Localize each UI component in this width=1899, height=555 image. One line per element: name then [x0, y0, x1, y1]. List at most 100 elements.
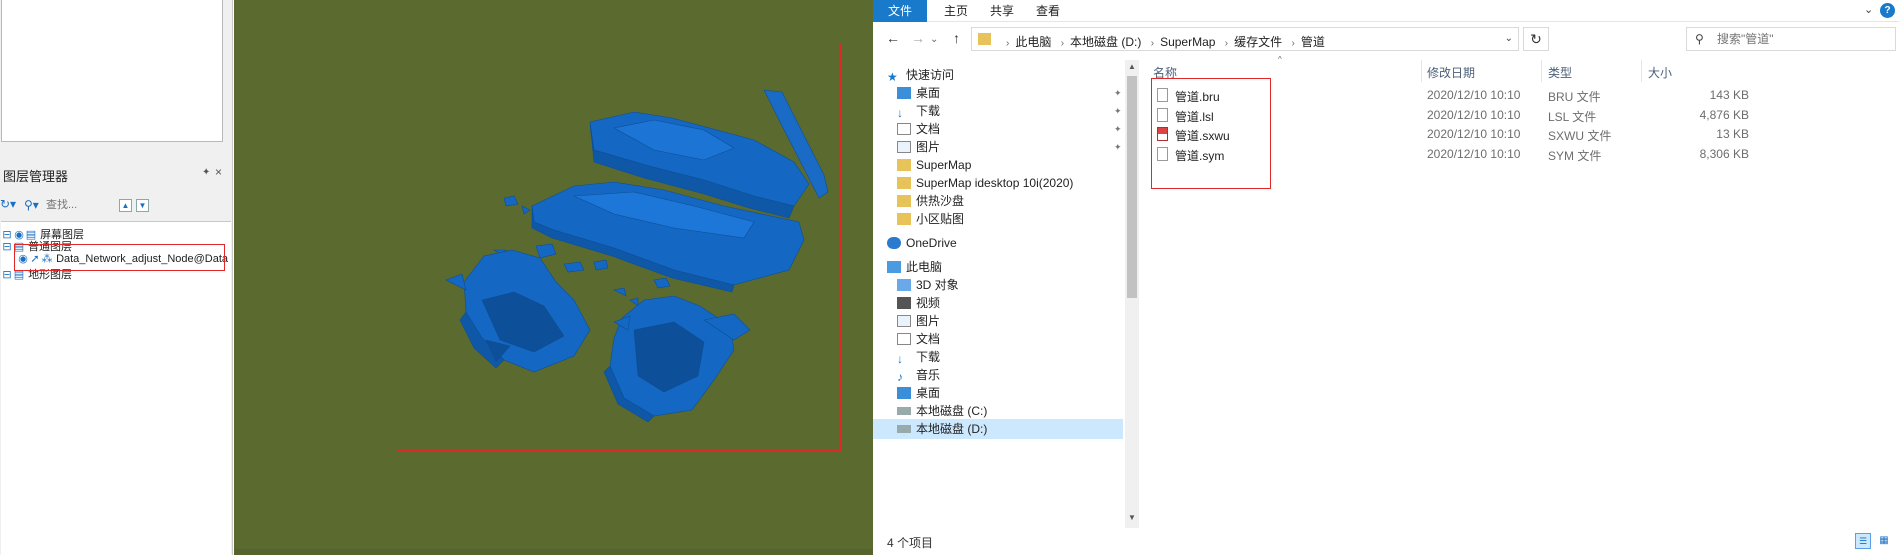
panel-toolbar: ↻▾ ⚲▾ ▲ ▼	[0, 197, 232, 217]
nav-item-label: 本地磁盘 (D:)	[916, 422, 988, 436]
expand-icon[interactable]: ⊟	[1, 268, 13, 281]
tab-view[interactable]: 查看	[1025, 0, 1071, 22]
star-icon: ★	[887, 70, 898, 84]
pin-icon: ✦	[1114, 124, 1122, 134]
nav-item-label: 快速访问	[906, 68, 955, 82]
cube-icon	[897, 279, 911, 291]
tab-file[interactable]: 文件	[873, 0, 927, 22]
nav-item[interactable]: OneDrive	[873, 233, 1123, 253]
scroll-up-icon[interactable]: ▲	[1128, 62, 1136, 71]
search-icon: ⚲	[1695, 32, 1704, 46]
picture-icon	[897, 315, 911, 327]
nav-item-label: 文档	[916, 332, 941, 346]
document-icon	[897, 123, 911, 135]
annotation-highlight-box	[1151, 78, 1271, 189]
move-down-button[interactable]: ▼	[136, 199, 149, 212]
nav-item[interactable]: 文档	[873, 329, 1123, 349]
nav-item-label: 下载	[916, 350, 941, 364]
nav-item[interactable]: SuperMap idesktop 10i(2020)	[873, 173, 1123, 193]
nav-item[interactable]: ★ 快速访问	[873, 65, 1123, 85]
item-count: 4 个项目	[887, 536, 934, 550]
nav-item[interactable]: ♪ 音乐	[873, 365, 1123, 385]
drive-icon	[897, 407, 911, 415]
refresh-icon[interactable]: ↻▾	[0, 197, 16, 211]
folder-icon	[978, 33, 991, 45]
nav-item-label: 此电脑	[906, 260, 943, 274]
nav-item[interactable]: 文档 ✦	[873, 119, 1123, 139]
breadcrumb-item[interactable]: 此电脑	[1015, 35, 1051, 49]
desktop-icon	[897, 87, 911, 99]
nav-item-label: 小区贴图	[916, 212, 965, 226]
nav-item[interactable]: 此电脑	[873, 257, 1123, 277]
scene-viewport[interactable]	[234, 0, 873, 555]
nav-scrollbar[interactable]: ▲ ▼	[1125, 60, 1139, 528]
file-date: 2020/12/10 10:10	[1427, 146, 1521, 161]
nav-item[interactable]: 桌面 ✦	[873, 83, 1123, 103]
breadcrumb-item[interactable]: SuperMap	[1160, 35, 1215, 49]
panel-header: 图层管理器 ✦ ×	[0, 162, 232, 186]
scroll-down-icon[interactable]: ▼	[1128, 513, 1136, 522]
nav-item[interactable]: 图片 ✦	[873, 137, 1123, 157]
file-size: 8,306 KB	[1699, 146, 1749, 161]
nav-item[interactable]: 图片	[873, 311, 1123, 331]
status-bar: 4 个项目 ☰ ▦	[873, 530, 1899, 555]
breadcrumb-item[interactable]: 管道	[1301, 35, 1325, 49]
close-icon[interactable]: ×	[215, 165, 222, 179]
nav-item[interactable]: 本地磁盘 (D:)	[873, 419, 1123, 439]
nav-item[interactable]: ↓ 下载	[873, 347, 1123, 367]
breadcrumb-item[interactable]: 本地磁盘 (D:)	[1070, 35, 1141, 49]
back-button[interactable]: ←	[886, 30, 900, 46]
nav-item[interactable]: 视频	[873, 293, 1123, 313]
nav-item-label: 本地磁盘 (C:)	[916, 404, 988, 418]
pin-icon[interactable]: ✦	[202, 167, 210, 178]
column-divider[interactable]	[1541, 60, 1542, 82]
up-button[interactable]: ↑	[953, 30, 960, 46]
file-explorer-window: 文件 主页 共享 查看 ⌄ ? ← → ⌄ ↑ › 此电脑 › 本地磁盘 (D:) …	[873, 0, 1899, 555]
column-divider[interactable]	[1641, 60, 1642, 82]
nav-item[interactable]: 供热沙盘	[873, 191, 1123, 211]
file-type: LSL 文件	[1548, 109, 1597, 124]
folder-icon	[897, 213, 911, 225]
drive-icon	[897, 425, 911, 433]
chevron-down-icon[interactable]: ⌄	[1505, 33, 1513, 44]
picture-icon	[897, 141, 911, 153]
download-icon: ↓	[897, 352, 903, 366]
tab-share[interactable]: 共享	[979, 0, 1025, 22]
nav-item[interactable]: 3D 对象	[873, 275, 1123, 295]
chevron-down-icon[interactable]: ⌄	[1864, 3, 1873, 16]
expand-icon[interactable]: ⊟	[1, 240, 13, 253]
large-icons-view-icon[interactable]: ▦	[1876, 533, 1892, 549]
file-type: SXWU 文件	[1548, 129, 1612, 143]
nav-item[interactable]: 小区贴图	[873, 209, 1123, 229]
file-date: 2020/12/10 10:10	[1427, 127, 1521, 141]
breadcrumb-item[interactable]: 缓存文件	[1234, 35, 1282, 49]
address-bar[interactable]: › 此电脑 › 本地磁盘 (D:) › SuperMap › 缓存文件 › 管道 ⌄	[971, 27, 1519, 51]
tab-home[interactable]: 主页	[933, 0, 979, 22]
details-view-icon[interactable]: ☰	[1855, 533, 1871, 549]
column-divider[interactable]	[1421, 60, 1422, 82]
search-box[interactable]: ⚲	[1686, 27, 1896, 51]
breadcrumb: › 此电脑 › 本地磁盘 (D:) › SuperMap › 缓存文件 › 管道	[1006, 35, 1325, 49]
pin-icon: ✦	[1114, 142, 1122, 152]
refresh-button[interactable]: ↻	[1523, 27, 1549, 51]
layer-search-input[interactable]	[46, 199, 106, 211]
workspace-tree-box	[1, 0, 223, 142]
move-up-button[interactable]: ▲	[119, 199, 132, 212]
file-date: 2020/12/10 10:10	[1427, 107, 1521, 122]
computer-icon	[887, 261, 901, 273]
column-header-type[interactable]: 类型	[1548, 64, 1572, 81]
nav-item-label: 视频	[916, 296, 941, 310]
nav-item[interactable]: 桌面	[873, 383, 1123, 403]
nav-item[interactable]: SuperMap	[873, 155, 1123, 175]
scroll-thumb[interactable]	[1127, 76, 1137, 298]
column-header-size[interactable]: 大小	[1648, 64, 1672, 81]
nav-item[interactable]: ↓ 下载 ✦	[873, 101, 1123, 121]
column-header-date[interactable]: 修改日期	[1427, 64, 1475, 81]
ribbon-tabs: 文件 主页 共享 查看 ⌄ ?	[873, 0, 1899, 22]
nav-item[interactable]: 本地磁盘 (C:)	[873, 401, 1123, 421]
forward-button[interactable]: →	[911, 30, 925, 46]
search-icon[interactable]: ⚲▾	[24, 198, 39, 212]
search-input[interactable]	[1717, 32, 1887, 46]
recent-locations-button[interactable]: ⌄	[930, 34, 938, 45]
help-icon[interactable]: ?	[1880, 3, 1895, 18]
